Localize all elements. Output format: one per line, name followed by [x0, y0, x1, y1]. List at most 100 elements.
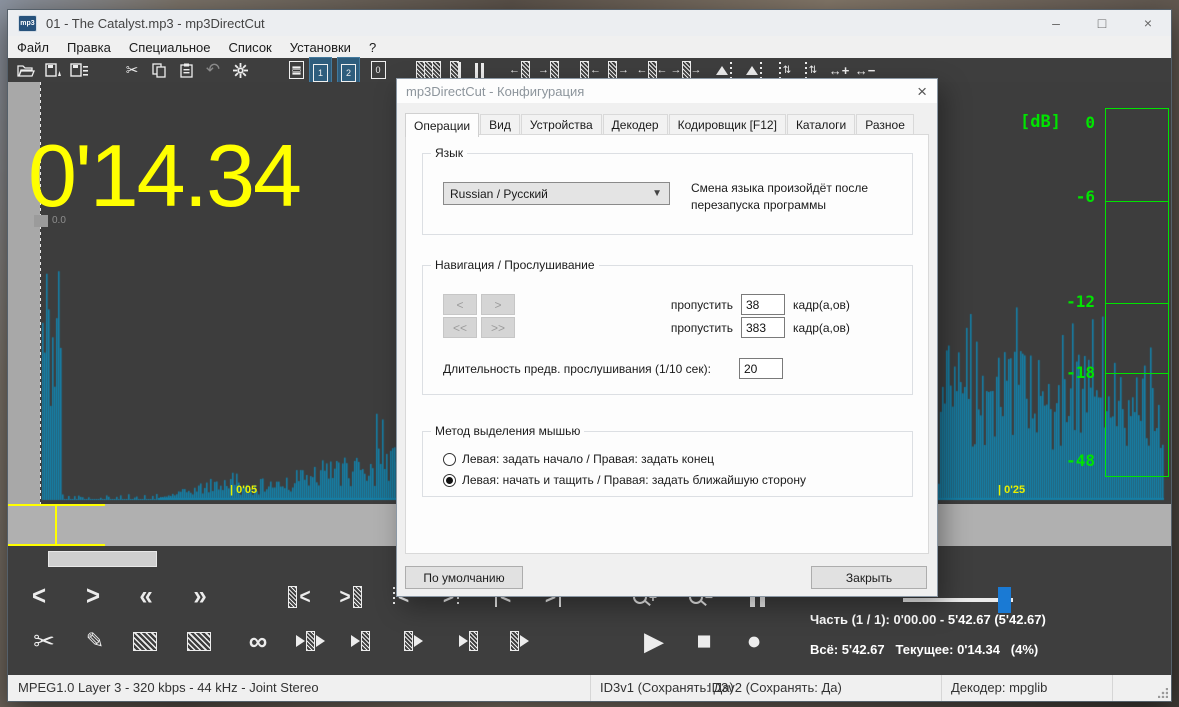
language-note: Смена языка произойдёт после перезапуска…: [691, 181, 869, 212]
settings-gear-icon[interactable]: [228, 58, 252, 82]
id3v2-status-text: ID3v2 (Сохранять: Да): [708, 680, 842, 695]
db-tick-12: -12: [1066, 292, 1095, 311]
menu-bar: Файл Правка Специальное Список Установки…: [8, 36, 1171, 58]
navigation-group-label: Навигация / Прослушивание: [431, 258, 599, 272]
cut-selection-button[interactable]: ✂: [24, 626, 64, 656]
menu-edit[interactable]: Правка: [58, 40, 120, 55]
mouse-option-1-label: Левая: задать начало / Правая: задать ко…: [462, 452, 715, 466]
app-icon: mp3: [18, 14, 37, 32]
mouse-method-group: Метод выделения мышью Левая: задать нача…: [422, 424, 913, 497]
format-info-text: MPEG1.0 Layer 3 - 320 kbps - 44 kHz - Jo…: [18, 680, 319, 695]
save-list-button[interactable]: [67, 58, 91, 82]
time-marker-right: | 0'25: [998, 484, 1026, 496]
play-from-sel-end-button[interactable]: [502, 626, 538, 656]
file-info-icon[interactable]: [284, 58, 308, 82]
mouse-option-1-radio[interactable]: Левая: задать начало / Правая: задать ко…: [443, 452, 714, 466]
play-around-cut-button[interactable]: [288, 626, 332, 656]
tab-misc[interactable]: Разное: [856, 114, 914, 136]
minimize-button[interactable]: –: [1033, 10, 1079, 36]
tab-decoder[interactable]: Декодер: [602, 114, 668, 136]
db-tick-18: -18: [1066, 363, 1095, 382]
window-title: 01 - The Catalyst.mp3 - mp3DirectCut: [46, 15, 265, 31]
sel-end-set-button[interactable]: >: [332, 582, 368, 612]
dialog-close-icon[interactable]: ×: [917, 83, 927, 100]
skip-frames-small-input[interactable]: [741, 294, 785, 315]
skip-frames-big-input[interactable]: [741, 317, 785, 338]
language-value: Russian / Русский: [450, 186, 548, 201]
paste-icon[interactable]: [174, 58, 198, 82]
play-button[interactable]: ▶: [636, 626, 672, 656]
volume-slider-track[interactable]: [903, 598, 1013, 602]
title-bar[interactable]: mp3 01 - The Catalyst.mp3 - mp3DirectCut…: [8, 10, 1171, 36]
save-button[interactable]: [41, 58, 65, 82]
skip-label-2: пропустить: [670, 321, 733, 335]
menu-special[interactable]: Специальное: [120, 40, 220, 55]
language-combobox[interactable]: Russian / Русский ▼: [443, 182, 670, 205]
tab-directories[interactable]: Каталоги: [786, 114, 856, 136]
chevron-down-icon: ▼: [652, 188, 662, 199]
radio-checked-icon[interactable]: [443, 473, 456, 487]
db-tick-0: 0: [1085, 113, 1095, 132]
tab-view[interactable]: Вид: [480, 114, 520, 136]
nav-small-back-button[interactable]: <: [443, 294, 477, 315]
time-marker-left: | 0'05: [230, 484, 258, 496]
open-button[interactable]: [14, 58, 38, 82]
undo-icon[interactable]: ↶: [201, 58, 225, 82]
step-back-button[interactable]: <: [24, 582, 54, 612]
mouse-option-2-radio[interactable]: Левая: начать и тащить / Правая: задать …: [443, 473, 806, 487]
record-button[interactable]: ●: [736, 626, 772, 656]
fade-section-b-button[interactable]: [182, 626, 216, 656]
decoder-status-text: Декодер: mpglib: [951, 680, 1048, 695]
loop-button[interactable]: ∞: [240, 626, 276, 656]
nav-small-forward-button[interactable]: >: [481, 294, 515, 315]
overview-cursor-line[interactable]: [55, 504, 57, 546]
language-group-label: Язык: [431, 146, 468, 160]
language-group: Язык Russian / Русский ▼ Смена языка про…: [422, 146, 913, 235]
time-display: 0'14.34: [28, 126, 302, 225]
config-dialog: mp3DirectCut - Конфигурация × Операции В…: [396, 78, 938, 597]
stop-button[interactable]: ■: [686, 626, 722, 656]
cut-icon[interactable]: ✂: [120, 58, 144, 82]
dialog-title: mp3DirectCut - Конфигурация: [406, 83, 585, 99]
jump-back-button[interactable]: «: [128, 582, 164, 612]
tab-operations[interactable]: Операции: [405, 113, 480, 137]
menu-settings[interactable]: Установки: [281, 40, 360, 55]
step-forward-button[interactable]: >: [78, 582, 108, 612]
maximize-button[interactable]: □: [1079, 10, 1125, 36]
mouse-option-2-label: Левая: начать и тащить / Правая: задать …: [462, 473, 806, 487]
prelisten-input[interactable]: [739, 358, 783, 379]
dialog-title-bar[interactable]: mp3DirectCut - Конфигурация ×: [397, 79, 937, 103]
part-info-text: Часть (1 / 1): 0'00.00 - 5'42.67 (5'42.6…: [810, 612, 1046, 627]
radio-unchecked-icon[interactable]: [443, 452, 456, 466]
jump-forward-button[interactable]: »: [182, 582, 218, 612]
copy-icon[interactable]: [147, 58, 171, 82]
resize-grip[interactable]: [1158, 688, 1168, 698]
skip-label-1: пропустить: [670, 298, 733, 312]
edit-button[interactable]: ✎: [78, 626, 112, 656]
defaults-button[interactable]: По умолчанию: [405, 566, 523, 589]
play-to-sel-end-button[interactable]: [450, 626, 486, 656]
menu-file[interactable]: Файл: [8, 40, 58, 55]
volume-slider-handle[interactable]: [998, 587, 1011, 613]
tag-zero-icon[interactable]: 0: [366, 58, 390, 82]
operations-tab-page: Язык Russian / Русский ▼ Смена языка про…: [405, 134, 929, 554]
tab-encoder[interactable]: Кодировщик [F12]: [668, 114, 786, 136]
fade-section-a-button[interactable]: [128, 626, 162, 656]
mouse-method-group-label: Метод выделения мышью: [431, 424, 585, 438]
frames-label-1: кадр(а,ов): [793, 298, 850, 312]
dialog-close-button[interactable]: Закрыть: [811, 566, 927, 589]
nav-big-forward-button[interactable]: >>: [481, 317, 515, 338]
db-tick-48: -48: [1066, 451, 1095, 470]
db-tick-6: -6: [1075, 187, 1095, 206]
sel-start-set-button[interactable]: <: [282, 582, 318, 612]
frames-label-2: кадр(а,ов): [793, 321, 850, 335]
tab-devices[interactable]: Устройства: [520, 114, 602, 136]
wave-scrollbar-thumb[interactable]: [48, 551, 157, 567]
menu-help[interactable]: ?: [360, 40, 385, 55]
close-button[interactable]: ×: [1125, 10, 1171, 36]
play-to-sel-button[interactable]: [342, 626, 378, 656]
totals-text: Всё: 5'42.67 Текущее: 0'14.34 (4%): [810, 642, 1039, 657]
menu-list[interactable]: Список: [219, 40, 280, 55]
nav-big-back-button[interactable]: <<: [443, 317, 477, 338]
play-from-sel-button[interactable]: [396, 626, 432, 656]
